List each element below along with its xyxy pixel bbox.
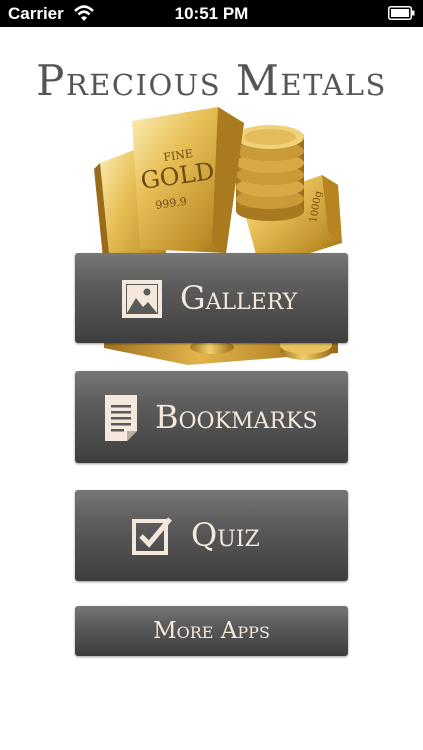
coin-stack	[236, 125, 304, 221]
gallery-button[interactable]: Gallery	[75, 253, 348, 343]
status-bar: Carrier 10:51 PM	[0, 0, 423, 27]
wifi-icon	[74, 5, 94, 21]
battery-icon	[388, 6, 415, 20]
more-apps-label: More Apps	[153, 618, 270, 644]
gallery-label: Gallery	[180, 279, 298, 317]
quiz-label: Quiz	[191, 516, 260, 554]
carrier-label: Carrier	[8, 4, 64, 23]
more-apps-button[interactable]: More Apps	[75, 606, 348, 656]
bookmarks-label: Bookmarks	[155, 398, 318, 436]
bookmarks-button[interactable]: Bookmarks	[75, 371, 348, 463]
page-title: Precious Metals	[36, 56, 387, 105]
document-icon	[105, 395, 137, 441]
picture-icon	[122, 280, 162, 318]
checkbox-icon	[132, 517, 172, 555]
quiz-button[interactable]: Quiz	[75, 490, 348, 581]
